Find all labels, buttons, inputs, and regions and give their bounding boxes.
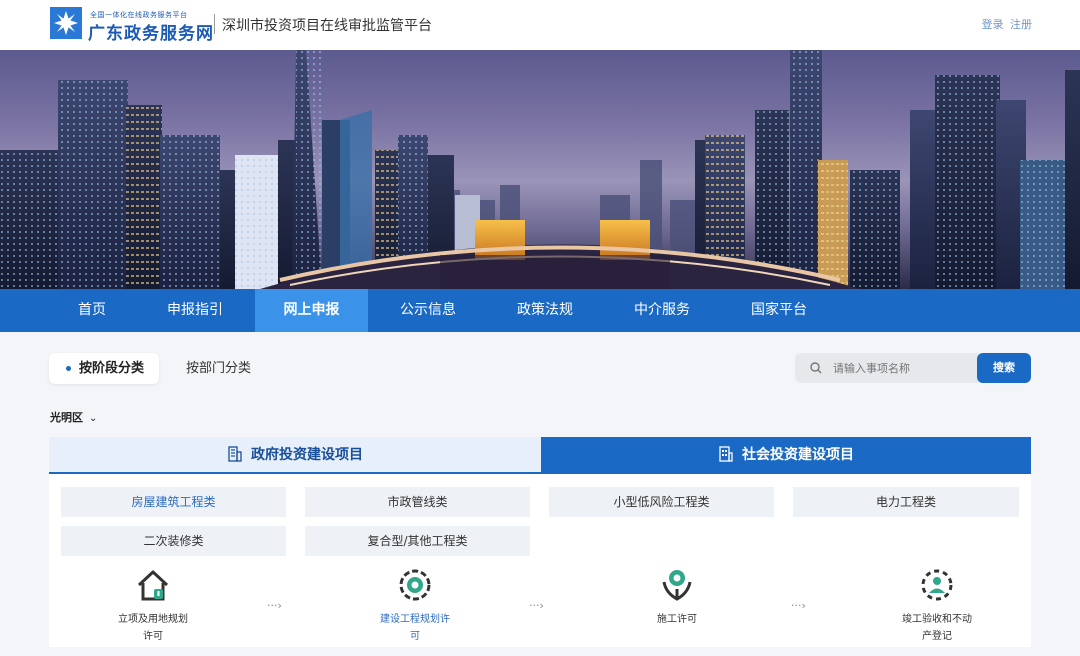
tab-social-investment[interactable]: 社会投资建设项目 [541, 437, 1031, 474]
header-divider [214, 14, 215, 34]
step-arrow: ···› [529, 599, 544, 612]
office-building-icon [719, 445, 733, 462]
category-municipal-pipeline[interactable]: 市政管线类 [305, 487, 530, 517]
nav-online-apply[interactable]: 网上申报 [255, 289, 368, 332]
nav-publicity[interactable]: 公示信息 [383, 289, 473, 332]
nav-agency[interactable]: 中介服务 [617, 289, 707, 332]
project-panel: 政府投资建设项目 社会投资建设项目 房屋建筑工程类 市政管线类 小型低风险工程类… [49, 437, 1031, 647]
nav-home[interactable]: 首页 [48, 289, 136, 332]
register-link[interactable]: 注册 [1010, 18, 1032, 31]
step-completion-registration[interactable]: 竣工验收和不动 产登记 [882, 565, 992, 645]
search-button[interactable]: 搜索 [977, 353, 1031, 383]
step-arrow: ···› [267, 599, 282, 612]
tab-government-investment[interactable]: 政府投资建设项目 [49, 437, 541, 474]
main-nav: 首页 申报指引 网上申报 公示信息 政策法规 中介服务 国家平台 [0, 289, 1080, 332]
logo-icon [50, 7, 82, 39]
district-select[interactable]: 光明区 ⌄ [50, 409, 97, 425]
nav-policy[interactable]: 政策法规 [500, 289, 590, 332]
skyline-illustration [0, 50, 1080, 289]
inspection-icon [921, 569, 953, 601]
category-renovation[interactable]: 二次装修类 [61, 526, 286, 556]
house-icon [137, 570, 169, 601]
step-label: 建设工程规划许可 [380, 614, 450, 642]
tab-government-label: 政府投资建设项目 [251, 447, 363, 463]
step-project-land-planning[interactable]: 立项及用地规划 许可 [98, 565, 208, 645]
search-bar [795, 353, 980, 383]
city-banner [0, 50, 1080, 289]
category-power[interactable]: 电力工程类 [793, 487, 1019, 517]
category-building[interactable]: 房屋建筑工程类 [61, 487, 286, 517]
active-dot [66, 366, 71, 371]
platform-title: 深圳市投资项目在线审批监管平台 [222, 18, 432, 34]
top-header: 全国一体化在线政务服务平台 广东政务服务网 深圳市投资项目在线审批监管平台 登录… [0, 0, 1080, 50]
building-icon [228, 445, 242, 462]
category-composite-other[interactable]: 复合型/其他工程类 [305, 526, 530, 556]
tab-by-stage[interactable]: 按阶段分类 [49, 353, 159, 384]
tab-by-department[interactable]: 按部门分类 [186, 353, 251, 384]
step-construction-permit[interactable]: 施工许可 [622, 565, 732, 628]
step-construction-planning-permit[interactable]: 建设工程规划许可 [360, 565, 470, 645]
auth-links: 登录 注册 [979, 16, 1033, 32]
tab-by-stage-label: 按阶段分类 [79, 361, 145, 376]
nav-guide[interactable]: 申报指引 [150, 289, 240, 332]
construction-icon [662, 570, 692, 601]
gear-badge-icon [399, 569, 431, 601]
search-icon [810, 362, 822, 374]
step-label: 竣工验收和不动 产登记 [902, 614, 972, 642]
step-arrow: ···› [791, 599, 806, 612]
step-label: 施工许可 [657, 614, 697, 625]
tab-social-label: 社会投资建设项目 [742, 447, 854, 463]
logo-title[interactable]: 广东政务服务网 [88, 19, 214, 44]
category-small-low-risk[interactable]: 小型低风险工程类 [549, 487, 774, 517]
login-link[interactable]: 登录 [982, 18, 1004, 31]
nav-national[interactable]: 国家平台 [734, 289, 824, 332]
chevron-down-icon: ⌄ [89, 413, 98, 424]
district-label: 光明区 [50, 411, 83, 424]
step-label: 立项及用地规划 许可 [118, 614, 188, 642]
search-input[interactable] [833, 360, 973, 376]
